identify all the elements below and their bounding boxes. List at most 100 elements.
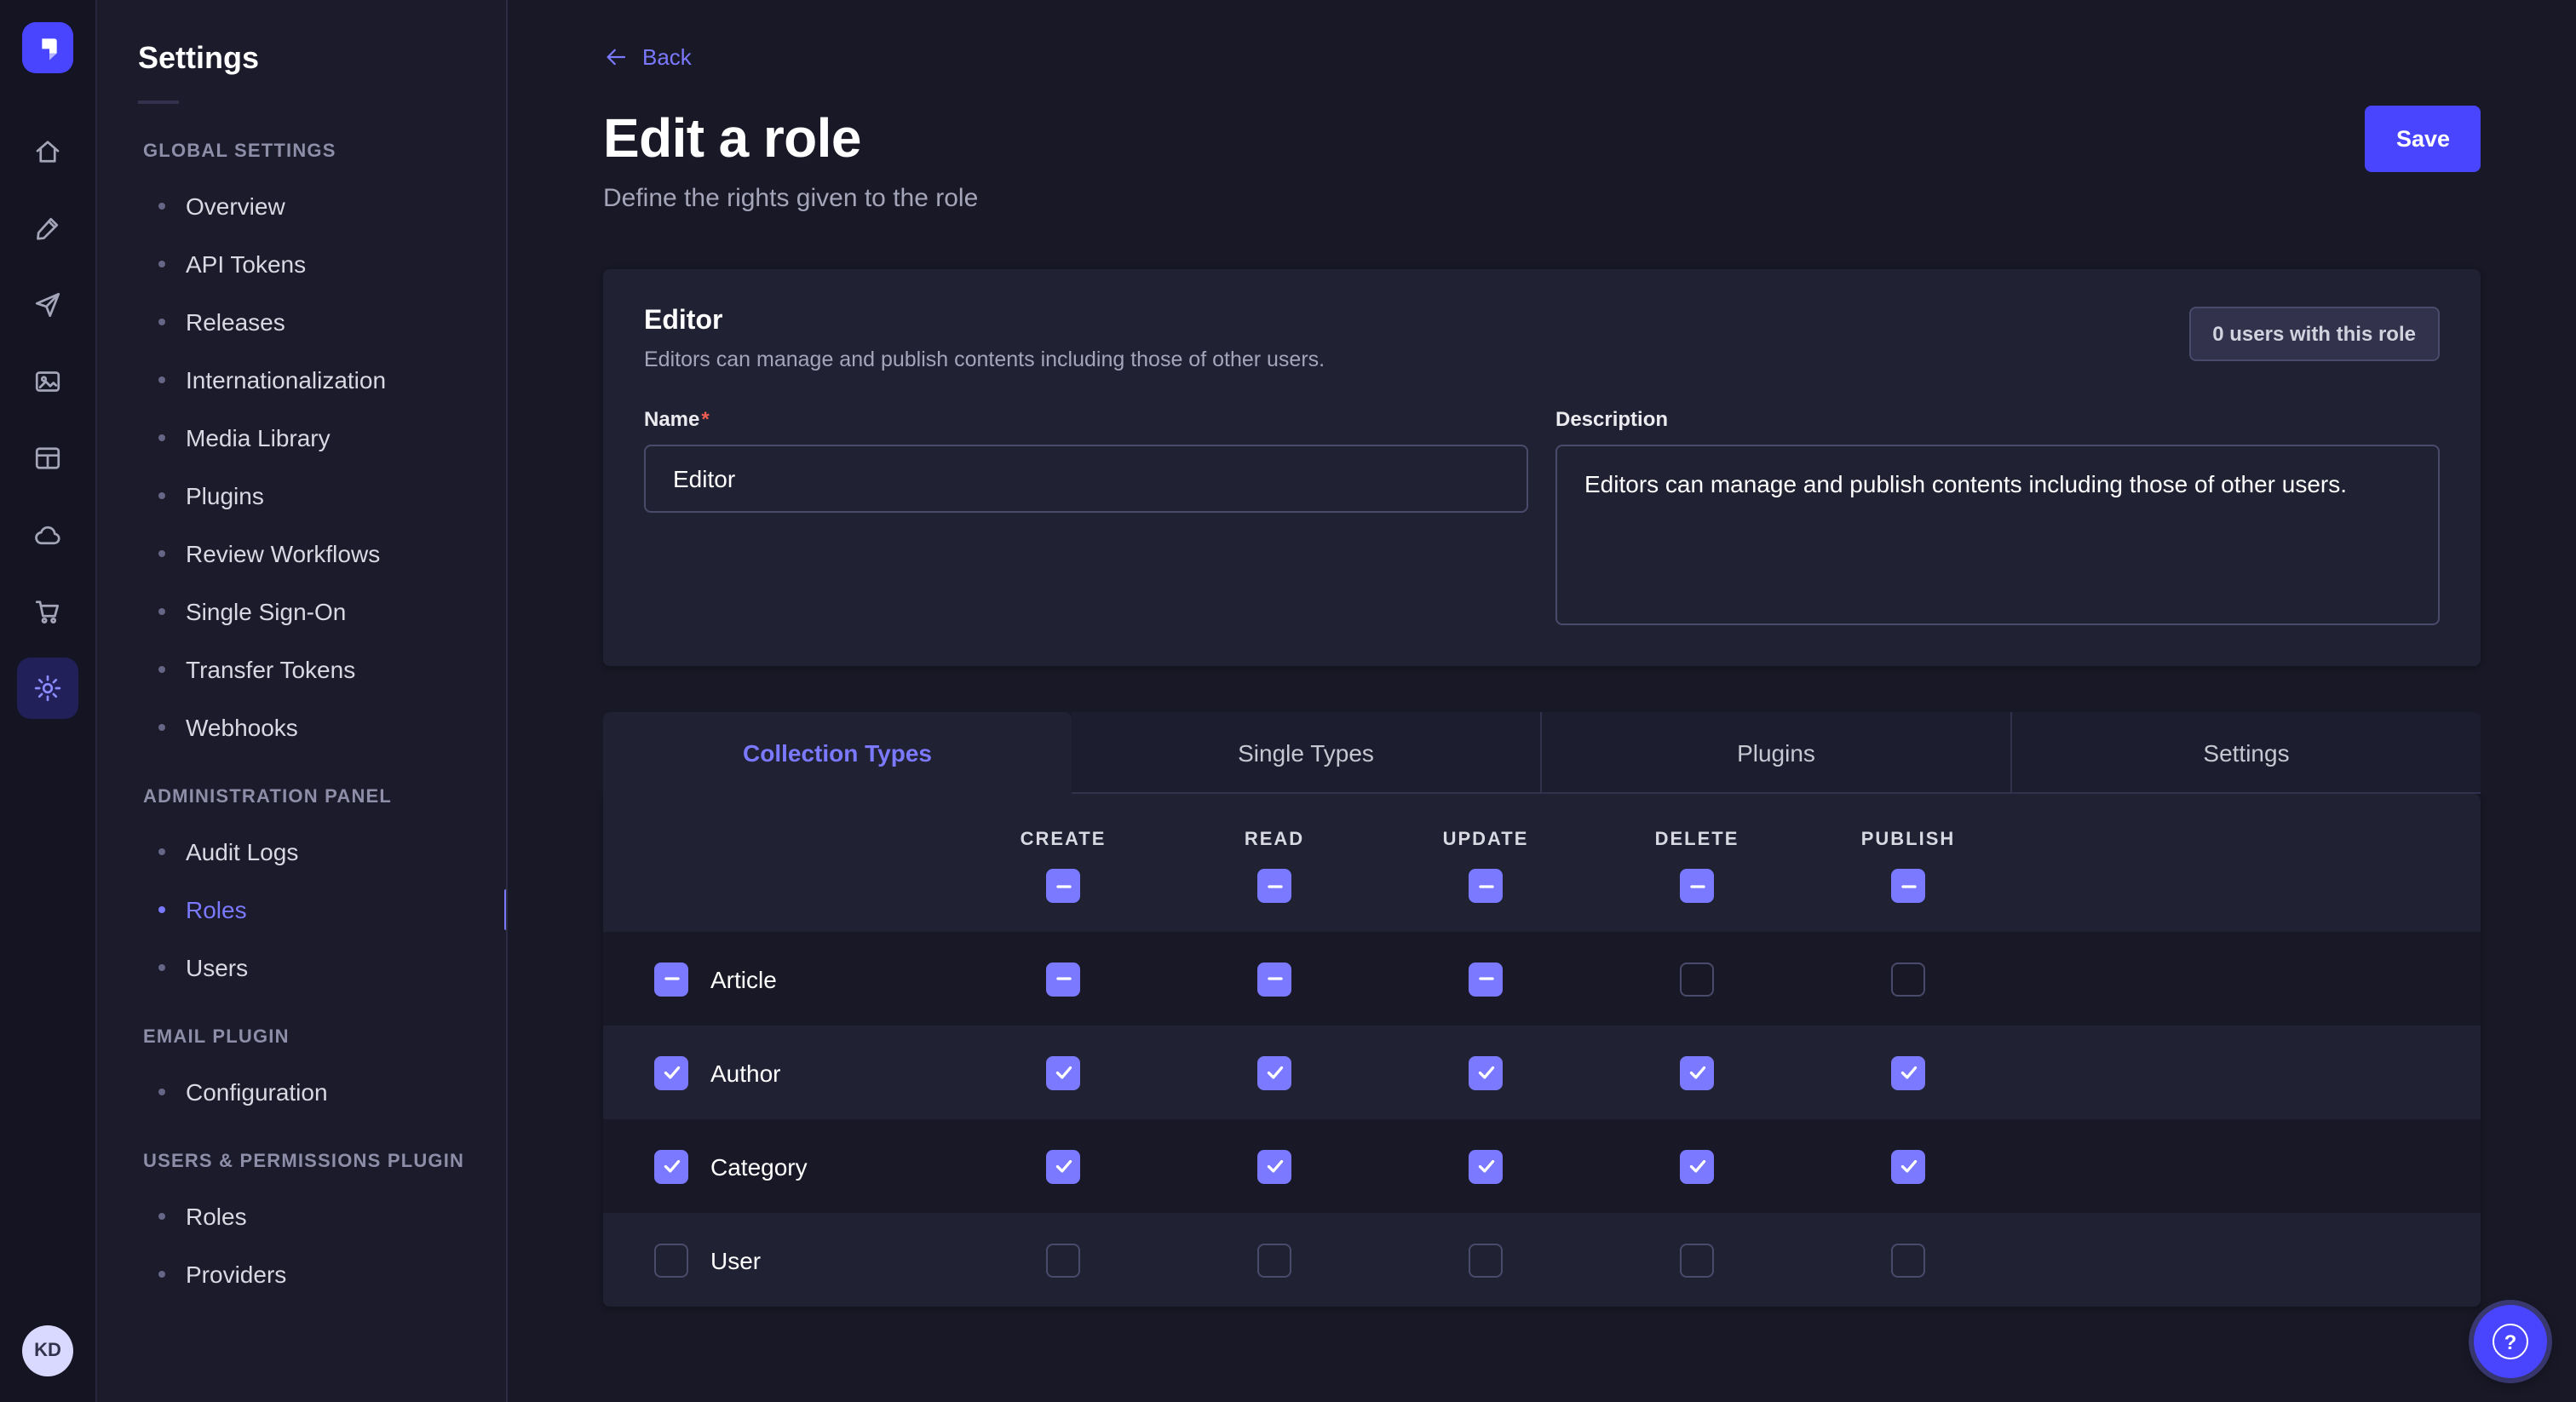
- sidebar-item-single-sign-on[interactable]: Single Sign-On: [97, 583, 506, 641]
- author-read-checkbox[interactable]: [1257, 1055, 1291, 1089]
- sidebar-item-api-tokens[interactable]: API Tokens: [97, 235, 506, 293]
- permissions-card: Collection TypesSingle TypesPluginsSetti…: [603, 712, 2481, 1307]
- permission-cell: [957, 962, 1169, 996]
- sidebar-item-internationalization[interactable]: Internationalization: [97, 351, 506, 409]
- user-publish-checkbox[interactable]: [1891, 1243, 1925, 1277]
- row-label-cell: Category: [603, 1149, 957, 1183]
- user-row-checkbox[interactable]: [654, 1243, 688, 1277]
- sidebar-item-plugins[interactable]: Plugins: [97, 467, 506, 525]
- permissions-table: CREATEREADUPDATEDELETEPUBLISH ArticleAut…: [603, 794, 2481, 1307]
- sidebar-item-media-library[interactable]: Media Library: [97, 409, 506, 467]
- rail-item-brush-icon[interactable]: [17, 198, 78, 259]
- rail-item-home-icon[interactable]: [17, 121, 78, 182]
- category-create-checkbox[interactable]: [1046, 1149, 1080, 1183]
- sidebar-item-overview[interactable]: Overview: [97, 177, 506, 235]
- avatar[interactable]: KD: [22, 1325, 73, 1376]
- bullet-icon: [158, 319, 165, 325]
- tab-collection-types[interactable]: Collection Types: [603, 712, 1072, 794]
- rail-item-content-manager-icon[interactable]: [17, 428, 78, 489]
- save-button[interactable]: Save: [2366, 106, 2481, 172]
- sidebar-item-label: Single Sign-On: [186, 598, 346, 625]
- bullet-icon: [158, 550, 165, 557]
- sidebar-item-roles[interactable]: Roles: [97, 881, 506, 939]
- tab-settings[interactable]: Settings: [2012, 712, 2481, 794]
- sidebar-item-label: Users: [186, 954, 248, 981]
- sidebar-item-releases[interactable]: Releases: [97, 293, 506, 351]
- strapi-logo[interactable]: [22, 22, 73, 73]
- bullet-icon: [158, 1271, 165, 1278]
- article-row-checkbox[interactable]: [654, 962, 688, 996]
- role-name-input[interactable]: [644, 445, 1528, 513]
- sidebar-item-users[interactable]: Users: [97, 939, 506, 997]
- user-create-checkbox[interactable]: [1046, 1243, 1080, 1277]
- category-delete-checkbox[interactable]: [1680, 1149, 1714, 1183]
- sidebar-item-label: Transfer Tokens: [186, 656, 355, 683]
- column-header-publish: PUBLISH: [1803, 830, 2014, 903]
- tab-single-types[interactable]: Single Types: [1072, 712, 1542, 794]
- rail-item-marketplace-cart-icon[interactable]: [17, 581, 78, 642]
- article-create-checkbox[interactable]: [1046, 962, 1080, 996]
- back-link[interactable]: Back: [603, 44, 692, 70]
- select-all-delete-checkbox[interactable]: [1680, 869, 1714, 903]
- sidebar-item-label: Roles: [186, 896, 247, 923]
- permission-cell: [957, 1055, 1169, 1089]
- sidebar-item-webhooks[interactable]: Webhooks: [97, 698, 506, 756]
- author-create-checkbox[interactable]: [1046, 1055, 1080, 1089]
- help-button[interactable]: ?: [2474, 1305, 2547, 1378]
- bullet-icon: [158, 608, 165, 615]
- rail-item-settings-gear-icon[interactable]: [17, 658, 78, 719]
- sidebar-item-review-workflows[interactable]: Review Workflows: [97, 525, 506, 583]
- select-all-create-checkbox[interactable]: [1046, 869, 1080, 903]
- category-row-checkbox[interactable]: [654, 1149, 688, 1183]
- tab-plugins[interactable]: Plugins: [1542, 712, 2012, 794]
- sidebar-item-audit-logs[interactable]: Audit Logs: [97, 823, 506, 881]
- role-form: Name* Description Editors can manage and…: [644, 404, 2440, 625]
- users-count-badge[interactable]: 0 users with this role: [2188, 307, 2440, 361]
- user-update-checkbox[interactable]: [1469, 1243, 1503, 1277]
- description-field: Description Editors can manage and publi…: [1555, 404, 2440, 625]
- role-card-heading-block: Editor Editors can manage and publish co…: [644, 307, 1325, 371]
- permission-cell: [1803, 1055, 2014, 1089]
- sidebar-item-providers[interactable]: Providers: [97, 1245, 506, 1303]
- article-update-checkbox[interactable]: [1469, 962, 1503, 996]
- rail-item-cloud-icon[interactable]: [17, 504, 78, 566]
- permissions-tabs: Collection TypesSingle TypesPluginsSetti…: [603, 712, 2481, 794]
- permission-cell: [957, 1149, 1169, 1183]
- article-publish-checkbox[interactable]: [1891, 962, 1925, 996]
- author-row-checkbox[interactable]: [654, 1055, 688, 1089]
- category-publish-checkbox[interactable]: [1891, 1149, 1925, 1183]
- content-type-name: Article: [710, 965, 777, 992]
- permission-cell: [1380, 1243, 1591, 1277]
- author-update-checkbox[interactable]: [1469, 1055, 1503, 1089]
- select-all-publish-checkbox[interactable]: [1891, 869, 1925, 903]
- role-description-input[interactable]: Editors can manage and publish contents …: [1555, 445, 2440, 625]
- sidebar-section-label: USERS & PERMISSIONS PLUGIN: [97, 1121, 506, 1187]
- back-link-label: Back: [642, 44, 692, 70]
- article-read-checkbox[interactable]: [1257, 962, 1291, 996]
- sidebar-item-transfer-tokens[interactable]: Transfer Tokens: [97, 641, 506, 698]
- app-window: KD Settings GLOBAL SETTINGSOverviewAPI T…: [0, 0, 2576, 1402]
- article-delete-checkbox[interactable]: [1680, 962, 1714, 996]
- select-all-read-checkbox[interactable]: [1257, 869, 1291, 903]
- category-update-checkbox[interactable]: [1469, 1149, 1503, 1183]
- page-subtitle: Define the rights given to the role: [603, 184, 2481, 213]
- user-delete-checkbox[interactable]: [1680, 1243, 1714, 1277]
- category-read-checkbox[interactable]: [1257, 1149, 1291, 1183]
- sidebar-item-label: Review Workflows: [186, 540, 380, 567]
- permission-cell: [1803, 1243, 2014, 1277]
- column-header-read: READ: [1169, 830, 1380, 903]
- permission-cell: [1380, 962, 1591, 996]
- author-publish-checkbox[interactable]: [1891, 1055, 1925, 1089]
- author-delete-checkbox[interactable]: [1680, 1055, 1714, 1089]
- rail-item-paper-plane-icon[interactable]: [17, 274, 78, 336]
- select-all-update-checkbox[interactable]: [1469, 869, 1503, 903]
- sidebar-divider: [138, 101, 179, 104]
- name-field: Name*: [644, 404, 1528, 625]
- sidebar-item-configuration[interactable]: Configuration: [97, 1063, 506, 1121]
- bullet-icon: [158, 434, 165, 441]
- permissions-rows: ArticleAuthorCategoryUser: [603, 932, 2481, 1307]
- user-read-checkbox[interactable]: [1257, 1243, 1291, 1277]
- bullet-icon: [158, 261, 165, 267]
- rail-item-media-library-icon[interactable]: [17, 351, 78, 412]
- sidebar-item-roles[interactable]: Roles: [97, 1187, 506, 1245]
